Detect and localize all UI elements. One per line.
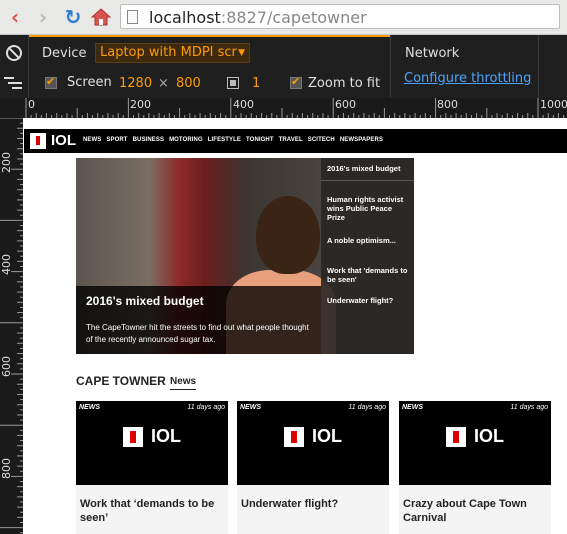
- nav-item-lifestyle[interactable]: LIFESTYLE: [208, 137, 241, 143]
- nav-item-business[interactable]: BUSINESS: [133, 137, 164, 143]
- card-time: 11 days ago: [510, 404, 548, 411]
- card-image: NEWS 11 days ago IOL: [76, 401, 228, 485]
- card-time: 11 days ago: [348, 404, 386, 411]
- logo-mark-icon: [284, 426, 304, 447]
- nav-item-scitech[interactable]: SCITECH: [308, 137, 335, 143]
- ruler-label: 1000: [540, 98, 567, 111]
- person-shape: [256, 196, 320, 274]
- ruler-label: 600: [0, 356, 13, 377]
- side-item[interactable]: A noble optimism...: [327, 236, 411, 245]
- screen-label: Screen: [67, 75, 112, 90]
- logo-mark-icon: [123, 426, 143, 447]
- nav-item-news[interactable]: NEWS: [83, 137, 101, 143]
- side-item[interactable]: 2016's mixed budget: [327, 164, 411, 173]
- emulated-viewport: IOL NEWS SPORT BUSINESS MOTORING LIFESTY…: [24, 121, 567, 534]
- ruler-label: 0: [28, 98, 35, 111]
- media-query-icon[interactable]: [4, 75, 22, 91]
- horizontal-ruler: 0 200 400 600 800 1000: [0, 98, 567, 118]
- nav-item-motoring[interactable]: MOTORING: [169, 137, 203, 143]
- ruler-label: 400: [233, 98, 254, 111]
- active-indicator: [28, 35, 390, 37]
- site-logo[interactable]: IOL: [30, 132, 76, 149]
- nav-item-sport[interactable]: SPORT: [106, 137, 127, 143]
- divider: [390, 35, 391, 98]
- zoom-checkbox[interactable]: [290, 75, 302, 89]
- card-title[interactable]: Crazy about Cape Town Carnival: [403, 497, 547, 525]
- logo-mark-icon: [30, 132, 46, 149]
- device-emulation-bar: Device Laptop with MDPI scr▼ Screen 1280…: [0, 35, 567, 98]
- ruler-label: 600: [335, 98, 356, 111]
- screen-width-input[interactable]: 1280: [119, 76, 152, 91]
- site-nav: NEWS SPORT BUSINESS MOTORING LIFESTYLE T…: [83, 137, 383, 143]
- divider: [28, 35, 29, 98]
- device-label: Device: [42, 46, 87, 61]
- ruler-label: 800: [0, 458, 13, 479]
- hero-description: The CapeTowner hit the streets to find o…: [86, 323, 309, 344]
- article-card[interactable]: NEWS 11 days ago IOL Underwater flight?: [237, 401, 389, 534]
- zoom-label: Zoom to fit: [308, 76, 381, 91]
- hero-side-list: 2016's mixed budget Human rights activis…: [321, 158, 414, 354]
- article-card[interactable]: NEWS 11 days ago IOL Crazy about Cape To…: [399, 401, 551, 534]
- ruler-label: 200: [130, 98, 151, 111]
- page-icon: [127, 10, 138, 24]
- dpr-input[interactable]: 1: [252, 76, 260, 91]
- screen-height-input[interactable]: 800: [176, 76, 201, 91]
- side-item[interactable]: Human rights activist wins Public Peace …: [327, 195, 411, 222]
- device-pixel-ratio-icon: [227, 77, 239, 89]
- nav-item-tonight[interactable]: TONIGHT: [246, 137, 274, 143]
- card-tag: NEWS: [240, 404, 261, 411]
- card-tag: NEWS: [402, 404, 423, 411]
- card-image: NEWS 11 days ago IOL: [399, 401, 551, 485]
- home-icon[interactable]: [90, 6, 112, 28]
- back-icon[interactable]: ‹: [4, 5, 26, 29]
- tab-news[interactable]: News: [170, 376, 197, 390]
- nav-item-newspapers[interactable]: NEWSPAPERS: [340, 137, 383, 143]
- hero-title[interactable]: 2016's mixed budget: [86, 294, 204, 308]
- divider: [321, 180, 414, 181]
- dropdown-arrow-icon: ▼: [238, 48, 245, 58]
- screen-times: ×: [158, 76, 169, 91]
- side-item[interactable]: Underwater flight?: [327, 296, 411, 305]
- card-time: 11 days ago: [187, 404, 225, 411]
- url-text: localhost:8827/capetowner: [149, 8, 367, 27]
- card-logo: IOL: [123, 426, 181, 447]
- configure-throttling-link[interactable]: Configure throttling: [404, 71, 531, 86]
- hero-carousel[interactable]: 2016's mixed budget The CapeTowner hit t…: [76, 158, 414, 354]
- ruler-label: 800: [437, 98, 458, 111]
- site-header: IOL NEWS SPORT BUSINESS MOTORING LIFESTY…: [24, 129, 567, 153]
- device-select[interactable]: Laptop with MDPI scr ▼: [95, 43, 250, 63]
- side-item[interactable]: Work that 'demands to be seen': [327, 266, 411, 284]
- screen-checkbox[interactable]: [45, 75, 57, 89]
- article-card[interactable]: NEWS 11 days ago IOL Work that ‘demands …: [76, 401, 228, 534]
- card-title[interactable]: Underwater flight?: [241, 497, 385, 511]
- reload-icon[interactable]: ↻: [62, 5, 84, 29]
- nav-item-travel[interactable]: TRAVEL: [279, 137, 303, 143]
- card-image: NEWS 11 days ago IOL: [237, 401, 389, 485]
- address-bar[interactable]: localhost:8827/capetowner: [120, 4, 560, 29]
- card-logo: IOL: [284, 426, 342, 447]
- disable-emulation-icon[interactable]: [6, 45, 22, 61]
- card-tag: NEWS: [79, 404, 100, 411]
- ruler-label: 200: [0, 152, 13, 173]
- forward-icon[interactable]: ›: [32, 5, 54, 29]
- ruler-label: 400: [0, 254, 13, 275]
- card-title[interactable]: Work that ‘demands to be seen’: [80, 497, 224, 525]
- logo-mark-icon: [446, 426, 466, 447]
- vertical-ruler: 200 400 600 800: [0, 118, 23, 534]
- browser-toolbar: ‹ › ↻ localhost:8827/capetowner: [0, 0, 567, 35]
- section-title: CAPE TOWNER: [76, 374, 166, 388]
- network-label: Network: [405, 46, 460, 61]
- divider: [538, 35, 539, 98]
- card-logo: IOL: [446, 426, 504, 447]
